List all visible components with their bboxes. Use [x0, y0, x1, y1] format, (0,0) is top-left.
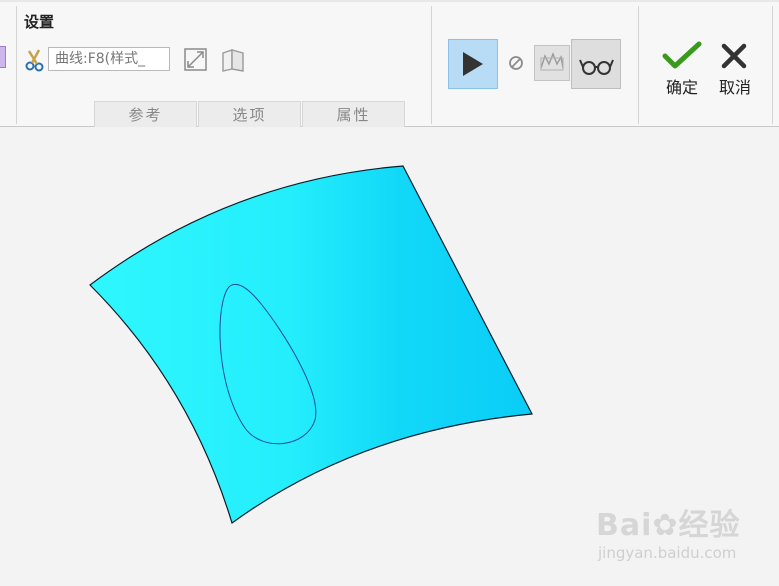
- tab-options[interactable]: 选项: [198, 101, 301, 127]
- flip-direction-icon[interactable]: [182, 46, 210, 74]
- verify-mode-button[interactable]: [534, 45, 570, 81]
- ribbon-toolbar: 设置 曲线:F8(样式_ 参考 选项 属性 确定 取消: [0, 0, 779, 127]
- previous-group-handle[interactable]: [0, 46, 6, 68]
- group-separator: [431, 6, 432, 124]
- tab-strip: 参考 选项 属性: [94, 101, 406, 127]
- play-icon: [463, 52, 483, 76]
- group-separator: [772, 6, 773, 124]
- ok-button[interactable]: 确定: [655, 40, 709, 102]
- cancel-label: 取消: [718, 78, 751, 97]
- ribbon-top-line: [0, 0, 779, 2]
- cancel-button[interactable]: 取消: [708, 40, 762, 102]
- checkmark-icon: [662, 41, 702, 69]
- settings-group-title: 设置: [24, 13, 55, 31]
- tab-properties[interactable]: 属性: [302, 101, 405, 127]
- x-icon: [721, 43, 747, 69]
- verify-mode-icon: [540, 52, 564, 71]
- glasses-icon: [579, 59, 614, 75]
- preview-button[interactable]: [571, 39, 621, 89]
- watermark-brand: Bai✿经验: [596, 508, 741, 543]
- group-separator: [638, 6, 639, 124]
- ok-label: 确定: [665, 78, 698, 97]
- tab-references[interactable]: 参考: [94, 101, 197, 127]
- open-book-icon[interactable]: [219, 46, 247, 74]
- group-separator: [16, 6, 17, 124]
- baidu-watermark: Bai✿经验 jingyan.baidu.com: [596, 500, 756, 570]
- scissors-icon[interactable]: [24, 47, 46, 73]
- freeform-surface[interactable]: [89, 165, 533, 524]
- paw-icon: ✿: [652, 508, 679, 543]
- watermark-url: jingyan.baidu.com: [598, 544, 737, 562]
- pause-icon[interactable]: [507, 54, 525, 72]
- play-button[interactable]: [448, 39, 498, 89]
- curve-collector-field[interactable]: 曲线:F8(样式_: [48, 47, 170, 71]
